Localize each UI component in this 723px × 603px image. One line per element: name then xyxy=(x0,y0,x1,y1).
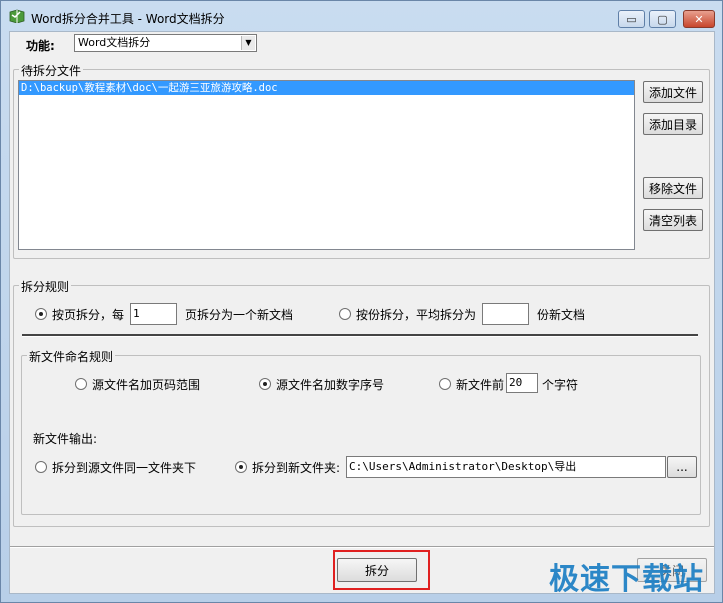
clear-list-button[interactable]: 清空列表 xyxy=(643,209,703,231)
title-bar: Word拆分合并工具 - Word文档拆分 ▭ ▢ ✕ xyxy=(1,1,722,31)
client-area: 功能: Word文档拆分 ▼ 待拆分文件 D:\backup\教程素材\doc\… xyxy=(9,31,715,594)
count-suffix-label: 份新文档 xyxy=(537,308,586,322)
minimize-icon: ▭ xyxy=(626,12,637,26)
split-by-page-radio[interactable] xyxy=(35,308,47,320)
output-same-folder-radio[interactable] xyxy=(35,461,47,473)
naming-rule-title: 新文件命名规则 xyxy=(27,348,116,365)
prefix-chars-suffix: 个字符 xyxy=(542,378,579,392)
close-icon: ✕ xyxy=(694,12,704,26)
split-by-page-label: 按页拆分，每 xyxy=(52,308,125,322)
remove-file-button[interactable]: 移除文件 xyxy=(643,177,703,199)
add-directory-button[interactable]: 添加目录 xyxy=(643,113,703,135)
add-file-button[interactable]: 添加文件 xyxy=(643,81,703,103)
count-input[interactable] xyxy=(482,303,529,325)
name-page-range-label: 源文件名加页码范围 xyxy=(92,378,201,392)
pages-per-doc-input[interactable]: 1 xyxy=(130,303,177,325)
function-label: 功能: xyxy=(26,39,55,53)
maximize-button[interactable]: ▢ xyxy=(649,10,676,28)
name-prefix-label: 新文件前 xyxy=(456,378,505,392)
name-number-label: 源文件名加数字序号 xyxy=(276,378,385,392)
split-rule-title: 拆分规则 xyxy=(19,278,72,295)
list-item[interactable]: D:\backup\教程素材\doc\一起游三亚旅游攻略.doc xyxy=(19,81,634,95)
output-new-folder-label: 拆分到新文件夹: xyxy=(252,461,341,475)
output-folder-path-input[interactable]: C:\Users\Administrator\Desktop\导出 xyxy=(346,456,666,478)
app-window: Word拆分合并工具 - Word文档拆分 ▭ ▢ ✕ 功能: Word文档拆分… xyxy=(0,0,723,603)
prefix-chars-input[interactable]: 20 xyxy=(506,373,538,393)
window-title: Word拆分合并工具 - Word文档拆分 xyxy=(31,12,225,26)
name-page-range-radio[interactable] xyxy=(75,378,87,390)
app-book-icon xyxy=(9,9,25,23)
chevron-down-icon[interactable]: ▼ xyxy=(241,36,255,50)
browse-folder-button[interactable]: ... xyxy=(667,456,697,478)
pages-suffix-label: 页拆分为一个新文档 xyxy=(185,308,294,322)
split-button-highlight xyxy=(333,550,430,590)
split-by-count-radio[interactable] xyxy=(339,308,351,320)
close-window-button[interactable]: ✕ xyxy=(683,10,715,28)
split-by-count-label: 按份拆分，平均拆分为 xyxy=(356,308,477,322)
files-group: 待拆分文件 D:\backup\教程素材\doc\一起游三亚旅游攻略.doc 添… xyxy=(13,62,710,259)
minimize-button[interactable]: ▭ xyxy=(618,10,645,28)
maximize-icon: ▢ xyxy=(657,12,668,26)
watermark-logo: 极速下载站 xyxy=(549,562,704,597)
name-prefix-radio[interactable] xyxy=(439,378,451,390)
function-selected-value: Word文档拆分 xyxy=(78,36,151,49)
footer-divider xyxy=(10,546,714,548)
name-number-radio[interactable] xyxy=(259,378,271,390)
files-group-title: 待拆分文件 xyxy=(19,62,84,79)
function-select[interactable]: Word文档拆分 ▼ xyxy=(74,34,257,52)
output-new-folder-radio[interactable] xyxy=(235,461,247,473)
file-list[interactable]: D:\backup\教程素材\doc\一起游三亚旅游攻略.doc xyxy=(18,80,635,250)
output-same-folder-label: 拆分到源文件同一文件夹下 xyxy=(52,461,197,475)
output-label: 新文件输出: xyxy=(33,432,98,446)
separator-line xyxy=(22,334,698,337)
